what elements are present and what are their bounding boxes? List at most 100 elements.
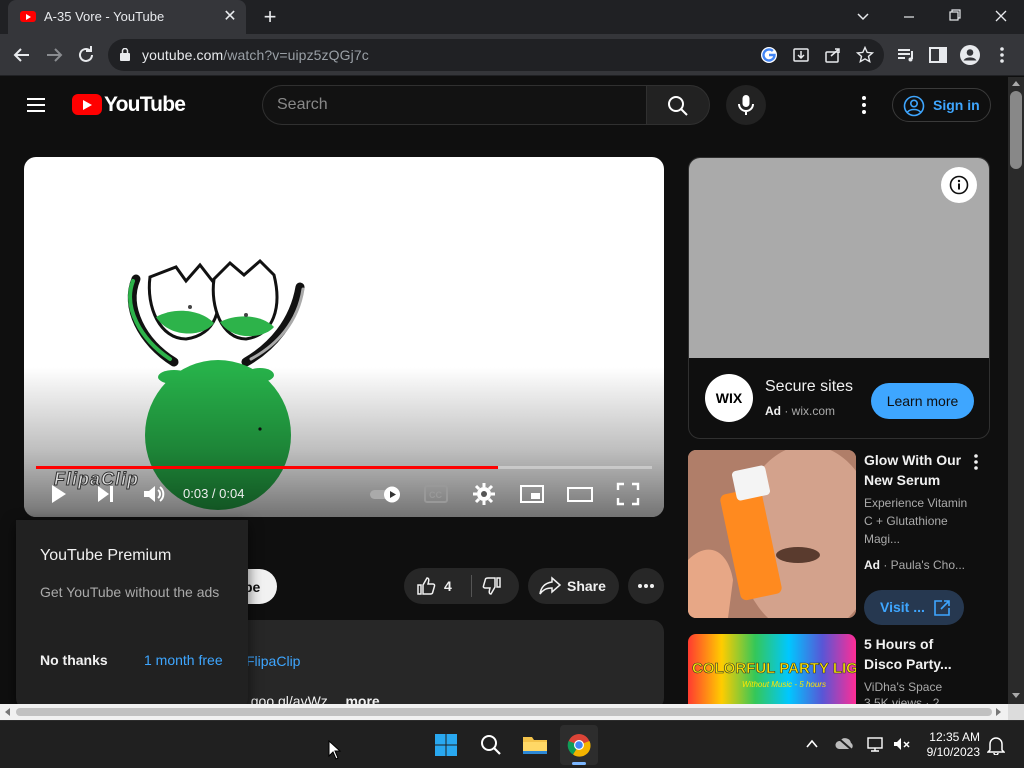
miniplayer-icon[interactable] <box>518 480 546 508</box>
media-controls-icon[interactable] <box>894 43 918 67</box>
voice-search-button[interactable] <box>726 85 766 125</box>
volume-icon[interactable] <box>140 480 168 508</box>
serum-thumbnail-image <box>688 450 856 618</box>
play-icon[interactable] <box>44 480 72 508</box>
active-app-indicator <box>572 762 586 765</box>
reload-button[interactable] <box>74 43 98 67</box>
dislike-icon[interactable] <box>482 576 502 596</box>
network-icon[interactable] <box>866 735 886 753</box>
next-video-icon[interactable] <box>92 480 120 508</box>
premium-subtitle: Get YouTube without the ads <box>40 584 220 600</box>
ad-badge: Ad <box>765 404 781 418</box>
taskbar-clock[interactable]: 12:35 AM 9/10/2023 <box>918 730 980 760</box>
ad-info-button[interactable] <box>941 167 977 203</box>
disco-thumb-text: COLORFUL PARTY LIGHTS <box>692 660 856 678</box>
ad-headline: Secure sites <box>765 378 854 395</box>
description-hashtag-link[interactable]: FlipaClip <box>246 653 300 669</box>
sign-in-button[interactable]: Sign in <box>892 88 991 122</box>
minimize-button[interactable] <box>895 4 923 28</box>
chrome-taskbar-button[interactable] <box>560 725 598 765</box>
fullscreen-icon[interactable] <box>614 480 642 508</box>
scroll-right-arrow-icon[interactable] <box>996 708 1002 716</box>
rec-title-serum[interactable]: Glow With Our New Serum <box>864 450 974 490</box>
install-icon[interactable] <box>792 46 810 64</box>
taskbar-search-icon[interactable] <box>479 733 503 757</box>
account-icon <box>903 95 925 117</box>
settings-gear-icon[interactable] <box>470 480 498 508</box>
rec-desc-serum: Experience Vitamin C + Glutathione Magi.… <box>864 496 968 546</box>
back-button[interactable] <box>10 43 34 67</box>
search-icon <box>668 96 688 116</box>
youtube-favicon-icon <box>20 11 36 22</box>
more-actions-button[interactable] <box>628 568 664 604</box>
visit-site-button[interactable]: Visit ... <box>864 590 964 625</box>
clock-date: 9/10/2023 <box>926 745 980 759</box>
video-player[interactable]: FlipaClip 0:03 / 0:04 CC <box>24 157 664 517</box>
volume-muted-icon[interactable] <box>892 735 912 753</box>
horizontal-scrollbar[interactable] <box>0 704 1008 720</box>
youtube-logo-text[interactable]: YouTube <box>104 93 186 117</box>
rec-thumbnail-serum[interactable] <box>688 450 856 618</box>
no-thanks-button[interactable]: No thanks <box>40 652 108 668</box>
horizontal-scroll-thumb[interactable] <box>16 708 992 716</box>
tab-close-icon[interactable]: ✕ <box>220 7 240 27</box>
ad-domain: wix.com <box>791 404 836 418</box>
free-trial-button[interactable]: 1 month free <box>144 652 223 668</box>
sidebar-ad-card[interactable]: WIX Secure sites Ad · wix.com Learn more <box>688 157 990 439</box>
tab-search-icon[interactable] <box>849 4 877 28</box>
browser-tab[interactable]: A-35 Vore - YouTube ✕ <box>8 0 246 34</box>
rec-title-disco[interactable]: 5 Hours of Disco Party... <box>864 634 974 674</box>
notification-bell-icon[interactable] <box>987 735 1005 755</box>
theater-mode-icon[interactable] <box>566 480 594 508</box>
subtitles-icon[interactable]: CC <box>422 480 450 508</box>
vertical-scrollbar[interactable] <box>1008 77 1024 704</box>
rec-thumbnail-disco[interactable]: COLORFUL PARTY LIGHTS Without Music - 5 … <box>688 634 856 704</box>
youtube-logo-icon[interactable] <box>72 94 102 115</box>
share-page-icon[interactable] <box>824 46 842 64</box>
share-icon <box>539 576 561 595</box>
autoplay-toggle-icon[interactable] <box>368 480 404 508</box>
scroll-left-arrow-icon[interactable] <box>4 708 10 716</box>
browser-tabstrip: A-35 Vore - YouTube ✕ + <box>0 0 1024 34</box>
show-hidden-icons-icon[interactable] <box>805 737 819 751</box>
file-explorer-icon[interactable] <box>522 733 548 757</box>
search-button[interactable] <box>646 85 710 125</box>
tab-title: A-35 Vore - YouTube <box>44 9 165 24</box>
scroll-down-arrow-icon[interactable] <box>1012 693 1020 699</box>
mouse-cursor-icon <box>328 740 342 760</box>
windows-start-icon[interactable] <box>434 733 458 757</box>
rec-more-icon[interactable] <box>966 452 986 472</box>
like-divider <box>471 575 472 597</box>
progress-bar-played <box>36 466 498 469</box>
bookmark-star-icon[interactable] <box>856 46 874 64</box>
youtube-header: YouTube Sign in <box>0 77 1008 133</box>
wix-logo: WIX <box>705 374 753 422</box>
close-window-button[interactable] <box>987 4 1015 28</box>
share-label: Share <box>567 578 606 594</box>
like-icon[interactable] <box>416 576 436 596</box>
new-tab-button[interactable]: + <box>258 5 282 29</box>
chrome-icon <box>567 734 591 757</box>
search-box[interactable] <box>262 85 646 125</box>
rec-ad-badge: Ad <box>864 558 880 572</box>
browser-menu-icon[interactable] <box>990 43 1014 67</box>
google-icon[interactable] <box>760 46 778 64</box>
browser-toolbar: youtube.com/watch?v=uipz5zQGj7c <box>0 34 1024 76</box>
search-input[interactable] <box>277 94 617 116</box>
onedrive-icon[interactable] <box>835 735 855 753</box>
vertical-scroll-thumb[interactable] <box>1010 91 1022 169</box>
progress-bar[interactable] <box>36 466 652 469</box>
share-button[interactable]: Share <box>528 568 619 604</box>
profile-icon[interactable] <box>958 43 982 67</box>
restore-button[interactable] <box>941 4 969 28</box>
ad-meta: Ad · wix.com <box>765 404 836 418</box>
learn-more-button[interactable]: Learn more <box>871 383 974 419</box>
side-panel-icon[interactable] <box>926 43 950 67</box>
hamburger-menu-icon[interactable] <box>24 93 48 117</box>
forward-button[interactable] <box>42 43 66 67</box>
address-bar[interactable]: youtube.com/watch?v=uipz5zQGj7c <box>108 39 884 71</box>
scroll-up-arrow-icon[interactable] <box>1012 80 1020 86</box>
rec-meta-serum: Ad · Paula's Cho... <box>864 558 966 572</box>
settings-more-icon[interactable] <box>852 93 876 117</box>
url-path: /watch?v=uipz5zQGj7c <box>223 47 369 63</box>
